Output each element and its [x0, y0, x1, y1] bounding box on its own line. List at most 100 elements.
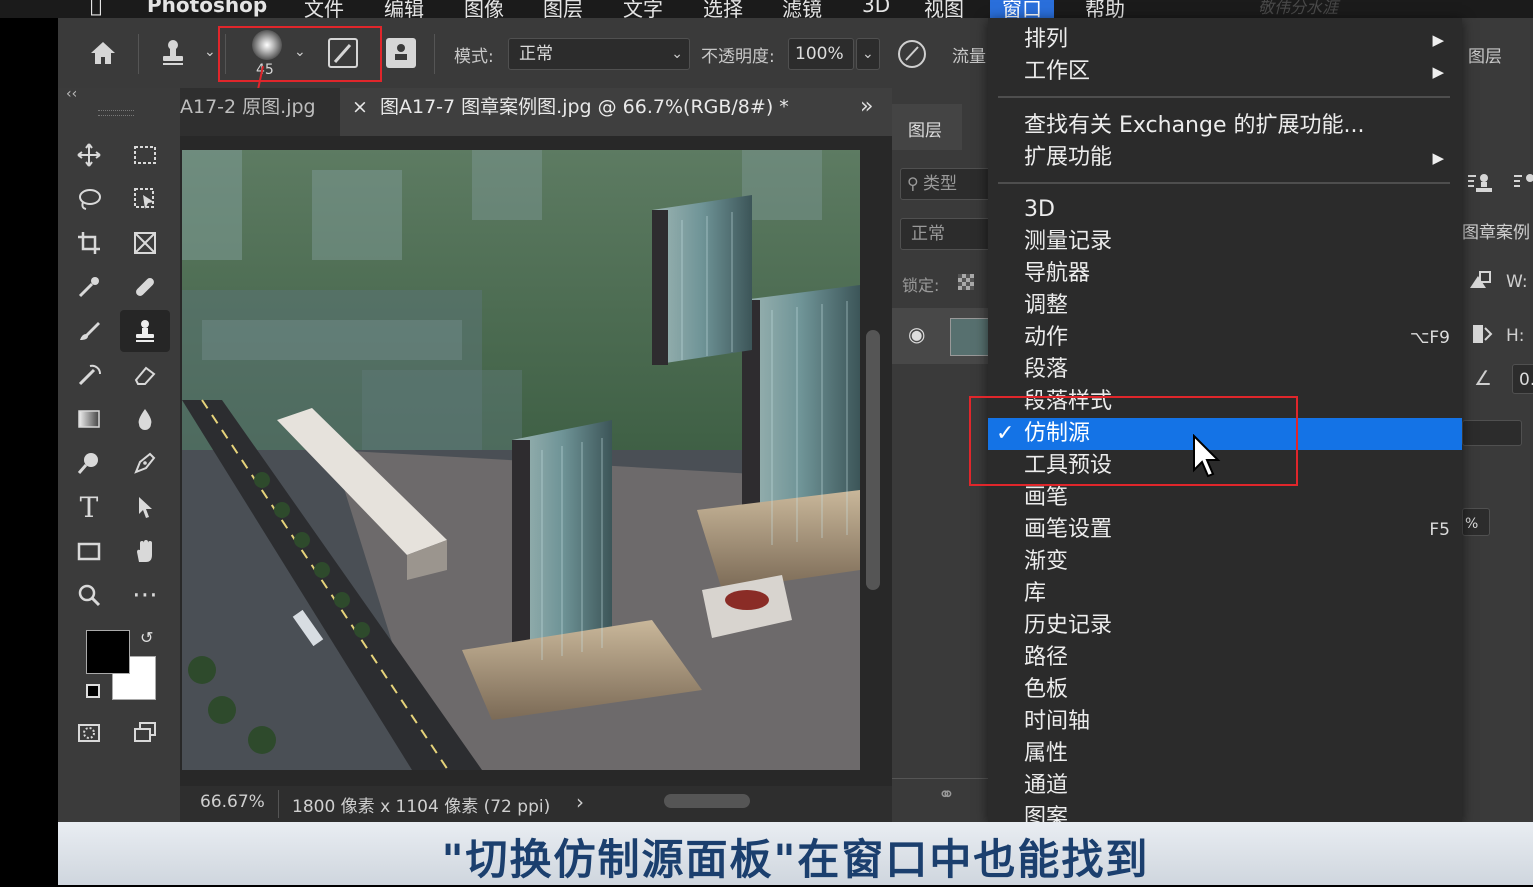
rectangle-tool-icon[interactable]	[72, 534, 106, 568]
menu-window[interactable]: 窗口	[990, 0, 1054, 18]
menu-photoshop[interactable]: Photoshop	[147, 0, 267, 17]
menu-item-find-extensions[interactable]: 查找有关 Exchange 的扩展功能...	[988, 110, 1462, 142]
tab-active-title: 图A17-7 图章案例图.jpg @ 66.7%(RGB/8#) *	[380, 96, 789, 118]
document-canvas[interactable]	[182, 150, 860, 770]
tab-close-icon[interactable]: ×	[352, 88, 368, 126]
menu-item-workspace[interactable]: 工作区 ▶	[988, 56, 1462, 88]
canvas-horizontal-scrollbar[interactable]	[664, 794, 750, 808]
menu-item-paths[interactable]: 路径	[988, 642, 1462, 674]
watermark: 敬伟分水涯	[1258, 0, 1339, 17]
menu-select[interactable]: 选择	[703, 0, 743, 18]
menu-item-arrange[interactable]: 排列 ▶	[988, 24, 1462, 56]
percent-input[interactable]: %	[1462, 508, 1490, 536]
frame-tool-icon[interactable]	[128, 226, 162, 260]
marquee-tool-icon[interactable]	[128, 138, 162, 172]
clone-stamp-tool-icon[interactable]	[120, 310, 170, 352]
menu-item-swatches[interactable]: 色板	[988, 674, 1462, 706]
move-tool-icon[interactable]	[72, 138, 106, 172]
zoom-level[interactable]: 66.67%	[200, 792, 265, 812]
gradient-tool-icon[interactable]	[72, 402, 106, 436]
menu-help[interactable]: 帮助	[1085, 0, 1125, 18]
crop-tool-icon[interactable]	[72, 226, 106, 260]
eraser-tool-icon[interactable]	[128, 358, 162, 392]
more-tools-icon[interactable]: ⋯	[128, 578, 162, 612]
layer-filter-input[interactable]: ⚲ 类型	[900, 168, 1000, 200]
mouse-cursor-icon	[1192, 433, 1222, 484]
visibility-eye-icon[interactable]: ◉	[908, 322, 925, 346]
menu-item-navigator[interactable]: 导航器	[988, 258, 1462, 290]
object-select-tool-icon[interactable]	[128, 182, 162, 216]
hand-tool-icon[interactable]	[128, 534, 162, 568]
eyedropper-tool-icon[interactable]	[72, 270, 106, 304]
pen-tool-icon[interactable]	[128, 446, 162, 480]
more-tabs-icon[interactable]: »	[860, 88, 873, 136]
menu-item-history[interactable]: 历史记录	[988, 610, 1462, 642]
layer-filter-placeholder: 类型	[923, 174, 957, 194]
mode-select[interactable]: 正常 ⌄	[508, 38, 690, 70]
chevron-down-icon[interactable]: ⌄	[204, 44, 216, 60]
menu-layer[interactable]: 图层	[543, 0, 583, 18]
grip-icon[interactable]	[98, 110, 134, 116]
menu-item-timeline[interactable]: 时间轴	[988, 706, 1462, 738]
tab-layers[interactable]: 图层	[892, 104, 962, 150]
menu-item-brushes[interactable]: 画笔	[988, 482, 1462, 514]
path-selection-tool-icon[interactable]	[128, 490, 162, 524]
menu-item-patterns[interactable]: 图案	[988, 802, 1462, 822]
canvas-vertical-scrollbar[interactable]	[866, 330, 880, 590]
lasso-tool-icon[interactable]	[72, 182, 106, 216]
collapse-toolbar-icon[interactable]: ‹‹	[66, 86, 77, 102]
menu-image[interactable]: 图像	[464, 0, 504, 18]
tab-original[interactable]: A17-2 原图.jpg	[180, 88, 340, 136]
menu-item-brush-settings[interactable]: 画笔设置 F5	[988, 514, 1462, 546]
menu-item-paragraph[interactable]: 段落	[988, 354, 1462, 386]
menu-item-properties[interactable]: 属性	[988, 738, 1462, 770]
menu-item-3d[interactable]: 3D	[988, 194, 1462, 226]
angle-input[interactable]: 0.	[1512, 364, 1533, 394]
menu-filter[interactable]: 滤镜	[782, 0, 822, 18]
link-layers-icon[interactable]: ⚭	[938, 782, 955, 806]
menu-edit[interactable]: 编辑	[384, 0, 424, 18]
menu-item-measurement-log[interactable]: 测量记录	[988, 226, 1462, 258]
brush-tool-icon[interactable]	[72, 314, 106, 348]
menu-3d[interactable]: 3D	[862, 0, 890, 17]
clone-source-panel-icon[interactable]	[386, 38, 416, 68]
clone-source-icon-2[interactable]	[1512, 170, 1533, 204]
lock-transparency-icon[interactable]	[958, 274, 974, 290]
blur-tool-icon[interactable]	[128, 402, 162, 436]
menu-item-libraries[interactable]: 库	[988, 578, 1462, 610]
type-tool-icon[interactable]: T	[72, 490, 106, 524]
menu-item-actions[interactable]: 动作 ⌥F9	[988, 322, 1462, 354]
opacity-input[interactable]: 100%	[788, 38, 854, 70]
quick-mask-icon[interactable]	[72, 716, 106, 750]
blend-mode-select[interactable]: 正常	[900, 218, 1000, 250]
width-label: W:	[1506, 272, 1528, 292]
home-icon[interactable]	[88, 38, 118, 72]
foreground-color-swatch[interactable]	[86, 630, 130, 674]
dodge-tool-icon[interactable]	[72, 446, 106, 480]
status-bar: 66.67% 1800 像素 x 1104 像素 (72 ppi) ›	[180, 786, 892, 822]
flip-icon[interactable]	[1470, 322, 1494, 350]
chevron-down-icon: ⌄	[671, 46, 683, 62]
menu-file[interactable]: 文件	[304, 0, 344, 18]
opacity-dropdown[interactable]: ⌄	[856, 38, 880, 70]
menu-type[interactable]: 文字	[623, 0, 663, 18]
menu-item-adjustments[interactable]: 调整	[988, 290, 1462, 322]
menu-item-gradients[interactable]: 渐变	[988, 546, 1462, 578]
properties-panel: 图章案例 W: H: ∠ 0. %	[1462, 88, 1533, 822]
shortcut-label: F5	[1429, 520, 1450, 540]
menu-view[interactable]: 视图	[924, 0, 964, 18]
menu-item-extensions[interactable]: 扩展功能 ▶	[988, 142, 1462, 174]
status-menu-arrow[interactable]: ›	[576, 790, 584, 814]
swap-colors-icon[interactable]: ↺	[140, 628, 153, 647]
screen-mode-icon[interactable]	[128, 716, 162, 750]
healing-brush-tool-icon[interactable]	[128, 270, 162, 304]
menu-item-channels[interactable]: 通道	[988, 770, 1462, 802]
frame-offset-input[interactable]	[1462, 420, 1522, 446]
apple-icon[interactable]: 	[90, 0, 102, 17]
history-brush-tool-icon[interactable]	[72, 358, 106, 392]
zoom-tool-icon[interactable]	[72, 578, 106, 612]
pressure-opacity-icon[interactable]	[898, 40, 926, 68]
clone-source-icon[interactable]	[1466, 170, 1496, 204]
default-colors-icon[interactable]	[86, 684, 100, 698]
clone-stamp-preset-icon[interactable]	[158, 38, 188, 72]
